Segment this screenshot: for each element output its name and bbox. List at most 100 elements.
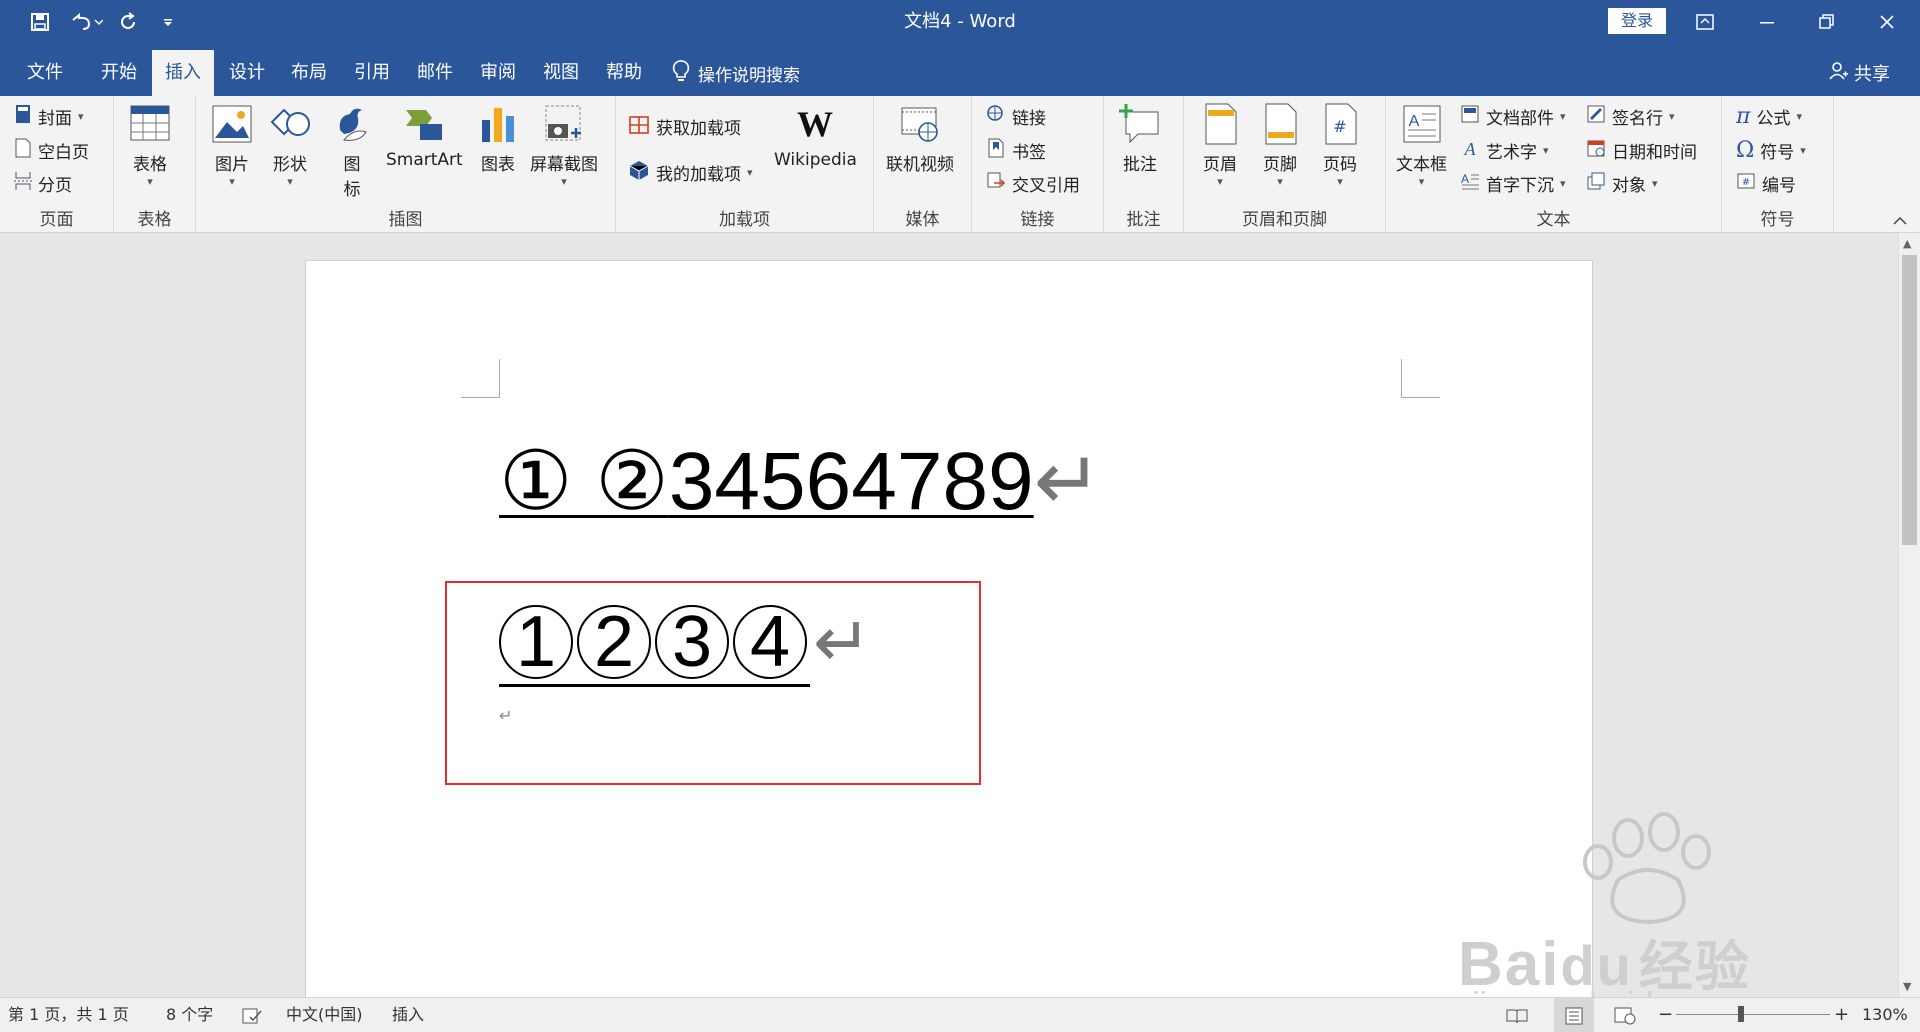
- screenshot-button[interactable]: 屏幕截图 ▾: [530, 102, 598, 188]
- share-button[interactable]: 共享: [1828, 50, 1890, 96]
- bookmark-button[interactable]: 书签: [986, 136, 1046, 164]
- wordart-button[interactable]: A 艺术字 ▾: [1460, 136, 1549, 164]
- tell-me-search[interactable]: 操作说明搜索: [672, 50, 800, 96]
- page-number-icon: #: [1318, 102, 1362, 146]
- scroll-down-icon[interactable]: ▼: [1903, 980, 1911, 993]
- proofing-icon[interactable]: [242, 998, 262, 1032]
- group-header-footer: 页眉 ▾ 页脚 ▾ # 页码 ▾ 页眉和页脚: [1184, 96, 1386, 232]
- zoom-in-icon[interactable]: +: [1834, 998, 1849, 1032]
- close-icon[interactable]: [1862, 0, 1912, 44]
- camera-icon: [542, 102, 586, 146]
- tab-help[interactable]: 帮助: [593, 50, 655, 96]
- table-button[interactable]: 表格 ▾: [128, 102, 172, 188]
- group-label: 文本: [1536, 210, 1571, 230]
- symbol-button[interactable]: Ω 符号 ▾: [1736, 136, 1806, 164]
- group-label: 页面: [39, 210, 74, 230]
- pi-icon: π: [1736, 103, 1751, 129]
- tab-references[interactable]: 引用: [341, 50, 403, 96]
- shapes-button[interactable]: 形状 ▾: [268, 102, 312, 188]
- header-button[interactable]: 页眉 ▾: [1198, 102, 1242, 188]
- tab-review[interactable]: 审阅: [467, 50, 529, 96]
- quick-parts-button[interactable]: 文档部件 ▾: [1460, 102, 1566, 130]
- circled-digits-text: ① ②: [499, 436, 669, 527]
- number-icon: #: [1736, 171, 1756, 196]
- enclosed-character: 1: [499, 602, 573, 682]
- numbering-button[interactable]: # 编号: [1736, 169, 1796, 197]
- enclosed-character: 3: [655, 602, 729, 682]
- shapes-icon: [268, 102, 312, 146]
- comment-icon: [1118, 102, 1162, 146]
- ribbon-tab-bar: 文件 开始 插入 设计 布局 引用 邮件 审阅 视图 帮助 操作说明搜索 共享: [0, 44, 1920, 96]
- object-icon: [1586, 171, 1606, 196]
- person-icon: [1828, 61, 1848, 86]
- chart-button[interactable]: 图表: [476, 102, 520, 175]
- paragraph-line-2[interactable]: 1 2 3 4 ↵: [499, 602, 872, 682]
- tab-mailings[interactable]: 邮件: [404, 50, 466, 96]
- tab-file[interactable]: 文件: [14, 50, 76, 96]
- link-button[interactable]: 链接: [986, 102, 1046, 130]
- enclosed-character: 4: [733, 602, 807, 682]
- zoom-level[interactable]: 130%: [1862, 998, 1908, 1032]
- get-addins-button[interactable]: 获取加载项: [628, 112, 741, 140]
- header-icon: [1198, 102, 1242, 146]
- scroll-up-icon[interactable]: ▲: [1903, 237, 1911, 250]
- online-video-button[interactable]: 联机视频: [886, 102, 954, 175]
- new-comment-button[interactable]: 批注: [1118, 102, 1162, 175]
- my-addins-button[interactable]: 我的加载项 ▾: [628, 158, 753, 186]
- margin-corner-mark: [1401, 359, 1440, 398]
- footer-button[interactable]: 页脚 ▾: [1258, 102, 1302, 188]
- blank-page-icon: [14, 138, 32, 163]
- minimize-icon[interactable]: [1742, 0, 1792, 44]
- wordart-icon: A: [1460, 138, 1480, 163]
- tab-layout[interactable]: 布局: [278, 50, 340, 96]
- tab-design[interactable]: 设计: [216, 50, 278, 96]
- group-label: 符号: [1760, 210, 1795, 230]
- document-area[interactable]: ① ②34564789↵ 1 2 3 4 ↵ ↵ Baidu经验 jingya: [0, 233, 1898, 997]
- paragraph-line-1[interactable]: ① ②34564789↵: [499, 437, 1102, 527]
- store-icon: [628, 113, 650, 140]
- scrollbar-thumb[interactable]: [1902, 255, 1917, 545]
- tab-view[interactable]: 视图: [530, 50, 592, 96]
- tell-me-label: 操作说明搜索: [698, 65, 800, 86]
- smartart-button[interactable]: SmartArt: [386, 102, 463, 170]
- object-button[interactable]: 对象 ▾: [1586, 169, 1658, 197]
- date-time-button[interactable]: 日期和时间: [1586, 136, 1697, 164]
- enclosed-character: 2: [577, 602, 651, 682]
- page-number-button[interactable]: # 页码 ▾: [1318, 102, 1362, 188]
- group-symbols: π 公式 ▾ Ω 符号 ▾ # 编号 符号: [1722, 96, 1834, 232]
- group-illustrations: 图片 ▾ 形状 ▾ 图 标 SmartArt 图表 屏幕截图 ▾ 插图: [196, 96, 616, 232]
- zoom-slider-thumb[interactable]: [1737, 1006, 1744, 1022]
- word-count[interactable]: 8 个字: [166, 998, 213, 1032]
- page-count[interactable]: 第 1 页，共 1 页: [8, 998, 129, 1032]
- cross-reference-button[interactable]: 交叉引用: [986, 169, 1080, 197]
- web-layout-icon[interactable]: [1614, 998, 1636, 1032]
- cover-page-button[interactable]: 封面 ▾: [14, 102, 84, 130]
- insert-mode-indicator[interactable]: 插入: [392, 998, 424, 1032]
- equation-button[interactable]: π 公式 ▾: [1736, 102, 1802, 130]
- restore-icon[interactable]: [1802, 0, 1852, 44]
- read-mode-icon[interactable]: [1506, 998, 1528, 1032]
- tab-home[interactable]: 开始: [88, 50, 150, 96]
- textbox-button[interactable]: A 文本框 ▾: [1396, 102, 1447, 188]
- icons-button[interactable]: 图 标: [330, 102, 374, 200]
- vertical-scrollbar[interactable]: ▲ ▼: [1898, 233, 1920, 997]
- ribbon-display-options-icon[interactable]: [1680, 0, 1730, 44]
- picture-button[interactable]: 图片 ▾: [210, 102, 254, 188]
- blank-page-button[interactable]: 空白页: [14, 136, 89, 164]
- collapse-ribbon-icon[interactable]: [1892, 214, 1908, 230]
- zoom-slider[interactable]: [1676, 1006, 1830, 1022]
- drop-cap-button[interactable]: A 首字下沉 ▾: [1460, 169, 1566, 197]
- login-button[interactable]: 登录: [1608, 8, 1666, 34]
- zoom-out-icon[interactable]: −: [1658, 998, 1673, 1032]
- bookmark-icon: [986, 138, 1006, 163]
- document-page[interactable]: ① ②34564789↵ 1 2 3 4 ↵ ↵: [305, 260, 1593, 997]
- tab-insert[interactable]: 插入: [152, 50, 214, 96]
- drop-cap-icon: A: [1460, 171, 1480, 196]
- page-break-button[interactable]: 分页: [14, 169, 72, 197]
- print-layout-icon[interactable]: [1554, 998, 1594, 1032]
- signature-line-button[interactable]: 签名行 ▾: [1586, 102, 1675, 130]
- empty-paragraph-mark: ↵: [499, 706, 513, 725]
- wikipedia-button[interactable]: W Wikipedia: [774, 102, 857, 170]
- underline: [499, 684, 810, 687]
- language-indicator[interactable]: 中文(中国): [286, 998, 363, 1032]
